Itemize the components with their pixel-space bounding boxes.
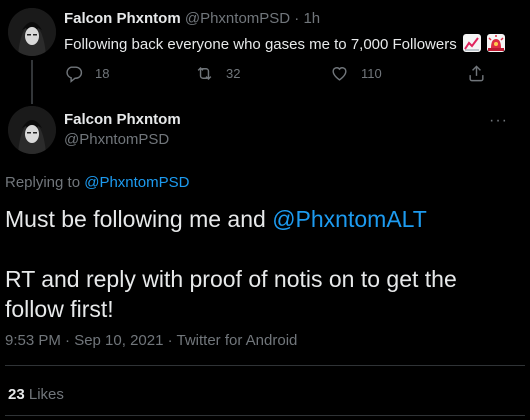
reply-button[interactable]: 18 [64, 64, 109, 83]
avatar-image [8, 8, 56, 56]
separator: · [294, 10, 300, 27]
like-button[interactable]: 110 [330, 64, 382, 83]
body-line-1: Must be following me and @PhxntomALT [5, 204, 515, 234]
avatar[interactable] [8, 106, 56, 154]
display-name[interactable]: Falcon Phxntom [64, 111, 181, 128]
replying-prefix: Replying to [5, 174, 81, 191]
tweet-header: Falcon Phxntom @PhxntomPSD · 1h [64, 10, 320, 27]
police-light-icon [487, 34, 506, 52]
tweet-actions: 18 32 110 [64, 64, 504, 84]
divider [5, 415, 525, 416]
likes-label: Likes [28, 386, 64, 403]
reply-count: 18 [95, 66, 110, 81]
reply-icon [66, 66, 83, 83]
retweet-icon [197, 66, 212, 81]
tweet-body: Must be following me and @PhxntomALT RT … [5, 204, 515, 324]
body-line-3: follow first! [5, 296, 114, 322]
retweet-count: 32 [226, 66, 241, 81]
tweet-text: Following back everyone who gases me to … [64, 34, 506, 53]
avatar[interactable] [8, 8, 56, 56]
user-handle[interactable]: @PhxntomPSD [64, 131, 169, 148]
share-button[interactable] [467, 64, 498, 83]
time-ago[interactable]: 1h [303, 10, 320, 27]
avatar-image [8, 106, 56, 154]
tweet-text-content: Following back everyone who gases me to … [64, 36, 457, 53]
mention-link[interactable]: @PhxntomALT [272, 206, 427, 232]
share-icon [469, 65, 484, 82]
replying-to-link[interactable]: @PhxntomPSD [84, 174, 189, 191]
user-handle[interactable]: @PhxntomPSD [185, 10, 290, 27]
replying-to: Replying to @PhxntomPSD [5, 174, 189, 191]
chart-increasing-icon [462, 34, 481, 52]
likes-stat[interactable]: 23 Likes [8, 386, 64, 403]
thread-connector-line [31, 60, 33, 104]
retweet-button[interactable]: 32 [195, 64, 240, 83]
like-count: 110 [361, 66, 382, 81]
heart-icon [332, 67, 347, 81]
divider [5, 365, 525, 366]
tweet-timestamp[interactable]: 9:53 PM · Sep 10, 2021 · Twitter for And… [5, 332, 297, 349]
body-line-2: RT and reply with proof of notis on to g… [5, 266, 457, 292]
more-options-icon[interactable]: ··· [489, 112, 508, 130]
body-line-1-text: Must be following me and [5, 206, 266, 232]
likes-count: 23 [8, 386, 25, 403]
display-name[interactable]: Falcon Phxntom [64, 10, 181, 27]
